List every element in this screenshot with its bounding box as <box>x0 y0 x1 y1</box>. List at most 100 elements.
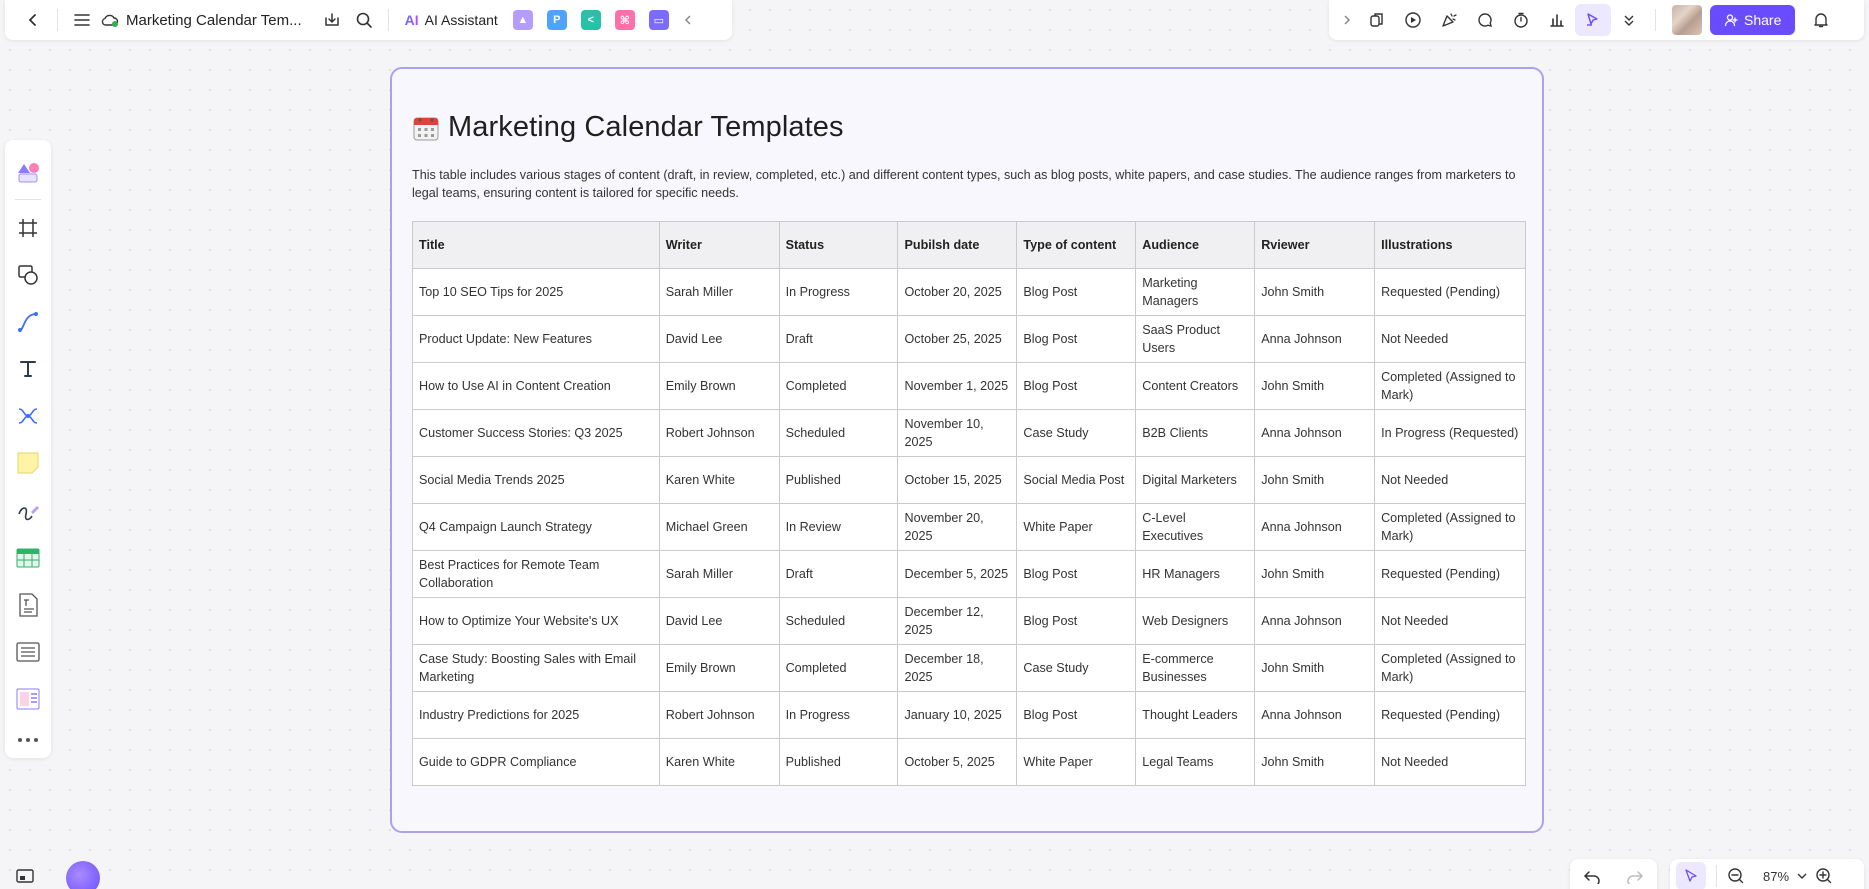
redo-icon[interactable] <box>1626 868 1644 884</box>
cell-writer[interactable]: Emily Brown <box>658 362 780 410</box>
shape-tool-icon[interactable] <box>10 257 46 292</box>
download-icon[interactable] <box>316 4 348 36</box>
column-header[interactable]: Illustrations <box>1374 221 1526 269</box>
cell-writer[interactable]: Sarah Miller <box>658 268 780 316</box>
cell-reviewer[interactable]: Anna Johnson <box>1254 597 1376 645</box>
cell-publish-date[interactable]: November 20, 2025 <box>897 503 1018 551</box>
menu-icon[interactable] <box>66 4 98 36</box>
cell-audience[interactable]: Marketing Managers <box>1135 268 1256 316</box>
document-title[interactable]: Marketing Calendar Tem... <box>126 12 302 29</box>
cell-status[interactable]: Scheduled <box>778 597 899 645</box>
templates-shapes-icon[interactable] <box>10 154 46 189</box>
cell-writer[interactable]: Karen White <box>658 456 780 504</box>
frame-tool-icon[interactable] <box>10 210 46 245</box>
column-header[interactable]: Rviewer <box>1254 221 1376 269</box>
cell-audience[interactable]: Web Designers <box>1135 597 1256 645</box>
cell-illustrations[interactable]: Not Needed <box>1374 597 1526 645</box>
cell-status[interactable]: Draft <box>778 315 899 363</box>
cell-publish-date[interactable]: November 1, 2025 <box>897 362 1018 410</box>
mindmap-tool-icon[interactable] <box>10 399 46 434</box>
cell-title[interactable]: Customer Success Stories: Q3 2025 <box>412 409 660 457</box>
mindmap-app-icon[interactable]: < <box>580 10 601 30</box>
chat-app-icon[interactable]: ▭ <box>648 10 669 30</box>
back-icon[interactable] <box>17 4 49 36</box>
ai-bubble-icon[interactable] <box>66 861 100 889</box>
cell-illustrations[interactable]: Completed (Assigned to Mark) <box>1374 503 1526 551</box>
collapse-chevron-icon[interactable] <box>676 4 700 36</box>
celebrate-icon[interactable] <box>1431 4 1467 36</box>
pen-draw-icon[interactable] <box>10 493 46 528</box>
cell-publish-date[interactable]: December 12, 2025 <box>897 597 1018 645</box>
cell-publish-date[interactable]: January 10, 2025 <box>897 691 1018 739</box>
cell-writer[interactable]: David Lee <box>658 597 780 645</box>
cell-reviewer[interactable]: John Smith <box>1254 456 1376 504</box>
present-play-icon[interactable] <box>1395 4 1431 36</box>
cell-content-type[interactable]: White Paper <box>1016 738 1137 786</box>
cell-illustrations[interactable]: In Progress (Requested) <box>1374 409 1526 457</box>
cell-title[interactable]: How to Use AI in Content Creation <box>412 362 660 410</box>
comment-icon[interactable] <box>1467 4 1503 36</box>
cell-publish-date[interactable]: October 20, 2025 <box>897 268 1018 316</box>
image-gen-icon[interactable]: ▲ <box>512 10 533 30</box>
cell-illustrations[interactable]: Requested (Pending) <box>1374 268 1526 316</box>
collaborators-icon[interactable] <box>1359 4 1395 36</box>
cell-reviewer[interactable]: Anna Johnson <box>1254 503 1376 551</box>
cell-status[interactable]: In Progress <box>778 691 899 739</box>
table-tool-icon[interactable] <box>10 540 46 575</box>
cell-content-type[interactable]: Blog Post <box>1016 315 1137 363</box>
ai-assistant-button[interactable]: AI AI Assistant <box>397 5 506 35</box>
cell-title[interactable]: Q4 Campaign Launch Strategy <box>412 503 660 551</box>
cell-content-type[interactable]: Case Study <box>1016 644 1137 692</box>
cell-status[interactable]: Completed <box>778 644 899 692</box>
cell-title[interactable]: Top 10 SEO Tips for 2025 <box>412 268 660 316</box>
cell-writer[interactable]: Robert Johnson <box>658 409 780 457</box>
cell-content-type[interactable]: Blog Post <box>1016 597 1137 645</box>
chevron-down-icon[interactable] <box>1797 872 1807 880</box>
avatar[interactable] <box>1672 5 1702 35</box>
cell-illustrations[interactable]: Requested (Pending) <box>1374 550 1526 598</box>
presentation-app-icon[interactable]: P <box>546 10 567 30</box>
more-chevron-icon[interactable] <box>1611 4 1647 36</box>
cell-writer[interactable]: Michael Green <box>658 503 780 551</box>
cell-status[interactable]: In Progress <box>778 268 899 316</box>
cell-status[interactable]: Completed <box>778 362 899 410</box>
cell-writer[interactable]: David Lee <box>658 315 780 363</box>
layout-template-icon[interactable] <box>10 682 46 717</box>
cell-publish-date[interactable]: October 15, 2025 <box>897 456 1018 504</box>
timer-icon[interactable] <box>1503 4 1539 36</box>
cell-title[interactable]: Product Update: New Features <box>412 315 660 363</box>
select-pointer-icon[interactable] <box>1676 862 1706 889</box>
cursor-follow-icon[interactable] <box>1575 4 1611 36</box>
sticky-note-icon[interactable] <box>10 446 46 481</box>
cell-writer[interactable]: Sarah Miller <box>658 550 780 598</box>
cell-content-type[interactable]: White Paper <box>1016 503 1137 551</box>
cell-content-type[interactable]: Blog Post <box>1016 268 1137 316</box>
flowchart-app-icon[interactable]: ⌘ <box>614 10 635 30</box>
cell-illustrations[interactable]: Requested (Pending) <box>1374 691 1526 739</box>
cell-reviewer[interactable]: John Smith <box>1254 644 1376 692</box>
cell-status[interactable]: Scheduled <box>778 409 899 457</box>
cell-reviewer[interactable]: John Smith <box>1254 738 1376 786</box>
column-header[interactable]: Type of content <box>1016 221 1137 269</box>
cell-publish-date[interactable]: December 5, 2025 <box>897 550 1018 598</box>
cell-publish-date[interactable]: November 10, 2025 <box>897 409 1018 457</box>
cell-audience[interactable]: E-commerce Businesses <box>1135 644 1256 692</box>
cell-audience[interactable]: Legal Teams <box>1135 738 1256 786</box>
minimap-toggle[interactable] <box>5 862 51 889</box>
content-calendar-table[interactable]: Title Writer Status Pubilsh date Type of… <box>412 221 1526 786</box>
cell-content-type[interactable]: Blog Post <box>1016 362 1137 410</box>
cell-audience[interactable]: SaaS Product Users <box>1135 315 1256 363</box>
column-header[interactable]: Status <box>778 221 899 269</box>
cell-reviewer[interactable]: John Smith <box>1254 362 1376 410</box>
zoom-in-icon[interactable] <box>1815 867 1833 885</box>
cell-status[interactable]: Published <box>778 456 899 504</box>
cell-content-type[interactable]: Social Media Post <box>1016 456 1137 504</box>
calendar-frame[interactable]: Marketing Calendar Templates This table … <box>390 67 1544 833</box>
cell-reviewer[interactable]: Anna Johnson <box>1254 315 1376 363</box>
column-header[interactable]: Writer <box>658 221 780 269</box>
cell-audience[interactable]: Digital Marketers <box>1135 456 1256 504</box>
cell-title[interactable]: How to Optimize Your Website's UX <box>412 597 660 645</box>
cell-audience[interactable]: C-Level Executives <box>1135 503 1256 551</box>
cell-publish-date[interactable]: October 25, 2025 <box>897 315 1018 363</box>
cell-writer[interactable]: Robert Johnson <box>658 691 780 739</box>
